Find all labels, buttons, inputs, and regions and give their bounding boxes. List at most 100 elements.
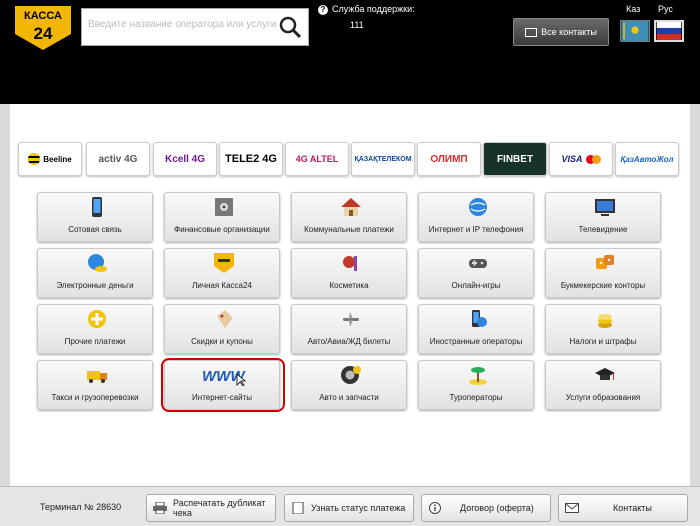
mastercard-icon-part	[591, 154, 601, 164]
top-bar: КАССА 24 Введите название оператора или …	[0, 0, 700, 104]
operator-label: TELE2 4G	[225, 153, 277, 165]
category-label: Авто и запчасти	[319, 393, 379, 402]
category-online-games[interactable]: Онлайн-игры	[418, 248, 534, 298]
operator-activ[interactable]: activ 4G	[86, 142, 150, 176]
operator-label: Kcell 4G	[164, 153, 206, 165]
contract-button[interactable]: Договор (оферта)	[421, 494, 551, 522]
category-label: Такси и грузоперевозки	[51, 393, 139, 402]
operator-finbet[interactable]: FINBET	[483, 142, 547, 176]
coins-icon	[598, 314, 612, 328]
operator-olimp[interactable]: ОЛИМП	[417, 142, 481, 176]
wheel-icon	[341, 366, 361, 384]
print-duplicate-label: Распечатать дубликат чека	[173, 498, 266, 518]
operator-altel[interactable]: 4G ALTEL	[285, 142, 349, 176]
check-status-label: Узнать статус платежа	[311, 503, 406, 513]
tag-icon	[217, 310, 233, 328]
safe-icon	[215, 198, 233, 216]
category-label: Иностранные операторы	[429, 337, 523, 346]
category-taxi[interactable]: Такси и грузоперевозки	[37, 360, 153, 410]
terminal-number: Терминал № 28630	[40, 502, 122, 512]
category-tv[interactable]: Телевидение	[545, 192, 661, 242]
plus-icon	[88, 310, 106, 328]
kassa24-icon	[214, 253, 234, 273]
operator-label: activ 4G	[98, 153, 138, 165]
beeline-logo-icon	[28, 153, 41, 165]
category-label: Интернет и IP телефония	[428, 225, 524, 234]
svg-text:24: 24	[34, 24, 53, 43]
support-block: ? Служба поддержки: 111	[318, 4, 415, 30]
category-label: Букмекерские конторы	[560, 281, 646, 290]
envelope-icon	[565, 503, 579, 513]
cosmetics-icon	[343, 256, 357, 271]
operator-label: ҚАЗАҚТЕЛЕКОМ	[354, 155, 412, 163]
category-internet-ip[interactable]: Интернет и IP телефония	[418, 192, 534, 242]
category-label: Коммунальные платежи	[304, 225, 394, 234]
svg-text:КАССА: КАССА	[24, 10, 62, 22]
category-label: Косметика	[329, 281, 369, 290]
operator-kazakhtelecom[interactable]: ҚАЗАҚТЕЛЕКОМ	[351, 142, 415, 176]
all-contacts-label: Все контакты	[541, 27, 597, 37]
category-tour-operators[interactable]: Туроператоры	[418, 360, 534, 410]
globe-icon	[469, 198, 487, 216]
search-input[interactable]: Введите название оператора или услуги	[81, 8, 309, 46]
operator-label: ҚазАвтоЖол	[620, 154, 674, 164]
category-auto-parts[interactable]: Авто и запчасти	[291, 360, 407, 410]
category-label: Скидки и купоны	[191, 337, 253, 346]
island-icon	[469, 367, 487, 385]
category-label: Авто/Авиа/ЖД билеты	[307, 337, 391, 346]
taxi-icon	[87, 371, 107, 383]
selection-highlight	[161, 358, 285, 412]
print-duplicate-button[interactable]: Распечатать дубликат чека	[146, 494, 276, 522]
category-label: Сотовая связь	[68, 225, 122, 234]
operator-tele2[interactable]: TELE2 4G	[219, 142, 283, 176]
phone-globe-icon	[472, 310, 487, 327]
operator-label: Beeline	[43, 154, 72, 164]
all-contacts-button[interactable]: Все контакты	[513, 18, 609, 46]
category-tickets[interactable]: Авто/Авиа/ЖД билеты	[291, 304, 407, 354]
operator-beeline[interactable]: Beeline	[18, 142, 82, 176]
search-placeholder: Введите название оператора или услуги	[88, 19, 277, 30]
operator-label: FINBET	[496, 153, 534, 165]
operator-visa-card-transfer[interactable]: VISA	[549, 142, 613, 176]
contacts-label: Контакты	[613, 503, 652, 513]
lang-label-kz: Каз	[626, 4, 641, 14]
gamepad-icon	[469, 259, 487, 268]
operator-kazavtozhol[interactable]: ҚазАвтоЖол	[615, 142, 679, 176]
support-phone: 111	[350, 20, 364, 30]
category-label: Личная Касса24	[192, 281, 252, 290]
search-icon[interactable]	[276, 13, 304, 41]
category-utilities[interactable]: Коммунальные платежи	[291, 192, 407, 242]
kazakhstan-flag-icon[interactable]	[620, 20, 650, 42]
dice-icon	[596, 255, 614, 269]
plane-icon	[343, 312, 359, 327]
category-other-payments[interactable]: Прочие платежи	[37, 304, 153, 354]
contacts-button[interactable]: Контакты	[558, 494, 688, 522]
operator-label: VISA	[561, 154, 583, 164]
category-e-money[interactable]: Электронные деньги	[37, 248, 153, 298]
category-taxes-fines[interactable]: Налоги и штрафы	[545, 304, 661, 354]
operator-label: ОЛИМП	[430, 153, 468, 165]
category-cosmetics[interactable]: Косметика	[291, 248, 407, 298]
contract-label: Договор (оферта)	[460, 503, 534, 513]
category-discounts[interactable]: Скидки и купоны	[164, 304, 280, 354]
check-status-button[interactable]: Узнать статус платежа	[284, 494, 414, 522]
document-icon	[292, 502, 304, 514]
category-bookmakers[interactable]: Букмекерские конторы	[545, 248, 661, 298]
category-mobile[interactable]: Сотовая связь	[37, 192, 153, 242]
tv-icon	[595, 199, 615, 216]
category-label: Налоги и штрафы	[569, 337, 637, 346]
operator-kcell[interactable]: Kcell 4G	[153, 142, 217, 176]
category-education[interactable]: Услуги образования	[545, 360, 661, 410]
globe-coins-icon	[88, 254, 107, 272]
russia-flag-icon[interactable]	[654, 20, 684, 42]
category-finance[interactable]: Финансовые организации	[164, 192, 280, 242]
category-label: Телевидение	[578, 225, 628, 234]
info-icon	[429, 502, 441, 514]
graduation-cap-icon	[595, 368, 615, 380]
category-label: Прочие платежи	[64, 337, 126, 346]
category-personal-kassa24[interactable]: Личная Касса24	[164, 248, 280, 298]
category-label: Услуги образования	[565, 393, 641, 402]
category-foreign-operators[interactable]: Иностранные операторы	[418, 304, 534, 354]
category-label: Онлайн-игры	[451, 281, 501, 290]
operator-label: 4G ALTEL	[295, 154, 339, 164]
